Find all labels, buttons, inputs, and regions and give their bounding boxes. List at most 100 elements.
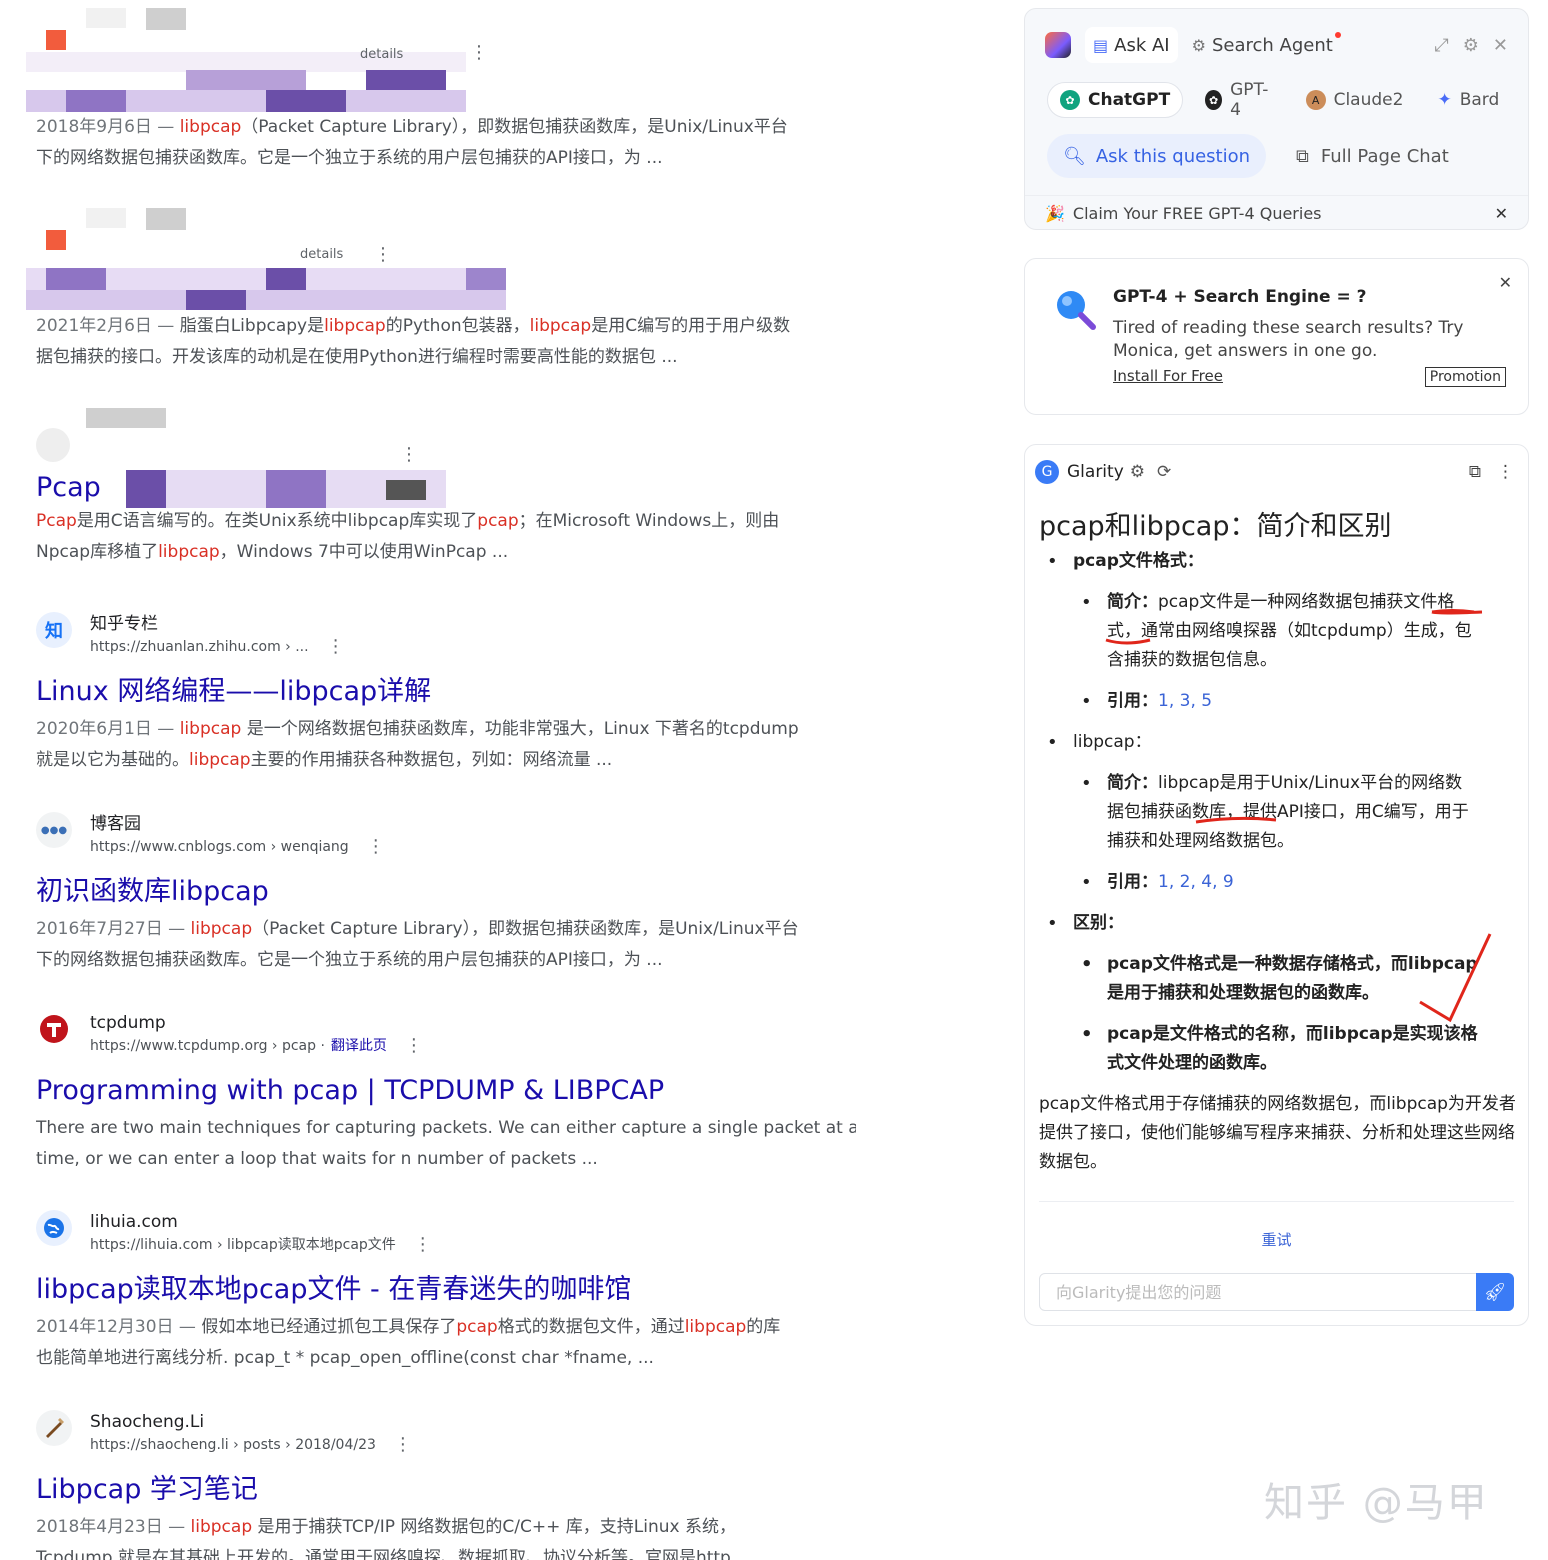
more-options-icon[interactable]: ⋮ bbox=[470, 44, 488, 62]
search-result-8: Shaocheng.Li https://shaocheng.li › post… bbox=[36, 1410, 856, 1560]
result-snippet: 2018年9月6日 — libpcap（Packet Capture Libra… bbox=[36, 117, 788, 168]
close-icon[interactable]: ✕ bbox=[1499, 273, 1512, 292]
blurred-site-header-2 bbox=[26, 208, 506, 312]
result-snippet: Pcap是用C语言编写的。在类Unix系统中libpcap库实现了pcap；在M… bbox=[36, 511, 780, 562]
model-claude2[interactable]: A Claude2 bbox=[1294, 82, 1416, 118]
answer-refs: 引用：1, 3, 5 bbox=[1073, 687, 1519, 716]
model-bard[interactable]: ✦ Bard bbox=[1425, 82, 1511, 118]
result-snippet: 2014年12月30日 — 假如本地已经通过抓包工具保存了pcap格式的数据包文… bbox=[36, 1317, 781, 1368]
search-result-5: ●●● 博客园 https://www.cnblogs.com › wenqia… bbox=[36, 812, 856, 976]
monica-panel: ▤ Ask AI ⚙ Search Agent ⤢ ⚙ ✕ ✿ ChatGPT … bbox=[1024, 8, 1529, 230]
more-options-icon[interactable]: ⋮ bbox=[394, 1436, 412, 1454]
model-chatgpt[interactable]: ✿ ChatGPT bbox=[1047, 82, 1184, 118]
model-selector: ✿ ChatGPT ✿ GPT-4 A Claude2 ✦ Bard bbox=[1047, 80, 1511, 120]
result-snippet: 2018年4月23日 — libpcap 是用于捕获TCP/IP 网络数据包的C… bbox=[36, 1517, 753, 1560]
result-site-row[interactable]: 知 知乎专栏 https://zhuanlan.zhihu.com › ... ⋮ bbox=[36, 612, 856, 668]
promotion-badge: Promotion bbox=[1424, 367, 1506, 387]
tab-search-agent[interactable]: ⚙ Search Agent bbox=[1184, 27, 1349, 63]
result-site-row[interactable]: tcpdump https://www.tcpdump.org › pcap ·… bbox=[36, 1011, 856, 1067]
reference-links[interactable]: 1, 3, 5 bbox=[1158, 691, 1212, 711]
item-label: 引用： bbox=[1107, 691, 1158, 711]
more-options-icon[interactable]: ⋮ bbox=[327, 638, 345, 656]
monica-actions: 🔍︎ Ask this question ⧉ Full Page Chat bbox=[1047, 133, 1508, 179]
more-options-icon[interactable]: ⋮ bbox=[414, 1236, 432, 1254]
site-url: https://www.cnblogs.com › wenqiang ⋮ bbox=[90, 836, 385, 857]
search-results: details ⋮ details ⋮ ⋮ 2018年9月6日 — libpca… bbox=[0, 0, 870, 1560]
more-options-icon[interactable]: ⋮ bbox=[367, 838, 385, 856]
expand-icon[interactable]: ⤢ bbox=[1434, 35, 1448, 56]
search-result-1: 2018年9月6日 — libpcap（Packet Capture Libra… bbox=[36, 108, 856, 174]
settings-icon[interactable]: ⚙ bbox=[1130, 462, 1145, 482]
model-label: Claude2 bbox=[1333, 90, 1404, 110]
ask-this-question-button[interactable]: 🔍︎ Ask this question bbox=[1047, 134, 1267, 178]
retry-button[interactable]: 重试 bbox=[1025, 1229, 1528, 1250]
install-link[interactable]: Install For Free bbox=[1113, 367, 1223, 385]
close-icon[interactable]: ✕ bbox=[1495, 204, 1508, 223]
button-label: Ask this question bbox=[1095, 145, 1251, 167]
more-options-icon[interactable]: ⋮ bbox=[400, 446, 418, 464]
more-options-icon[interactable]: ⋮ bbox=[1497, 462, 1514, 482]
search-result-2: 2021年2月6日 — 脂蛋白Libpcapy是libpcap的Python包装… bbox=[36, 307, 856, 373]
openai-icon: ✿ bbox=[1205, 90, 1223, 110]
settings-icon[interactable]: ⚙ bbox=[1463, 35, 1479, 56]
globe-icon bbox=[36, 1210, 72, 1246]
answer-item: 简介：pcap文件是一种网络数据包捕获文件格式，通常由网络嗅探器（如tcpdum… bbox=[1073, 588, 1519, 675]
search-result-7: lihuia.com https://lihuia.com › libpcap读… bbox=[36, 1210, 856, 1374]
close-icon[interactable]: ✕ bbox=[1493, 35, 1508, 56]
button-label: Full Page Chat bbox=[1320, 145, 1449, 167]
result-title[interactable]: Libpcap 学习笔记 bbox=[36, 1472, 856, 1508]
anthropic-icon: A bbox=[1305, 90, 1326, 110]
item-label: 引用： bbox=[1107, 872, 1158, 892]
result-site-row[interactable]: ●●● 博客园 https://www.cnblogs.com › wenqia… bbox=[36, 812, 856, 868]
search-result-6: tcpdump https://www.tcpdump.org › pcap ·… bbox=[36, 1011, 856, 1175]
reference-links[interactable]: 1, 2, 4, 9 bbox=[1158, 872, 1234, 892]
tab-ask-ai[interactable]: ▤ Ask AI bbox=[1085, 27, 1178, 63]
divider bbox=[1039, 1201, 1514, 1202]
site-name: 博客园 bbox=[90, 814, 141, 834]
translate-page-link[interactable]: 翻译此页 bbox=[331, 1035, 387, 1057]
model-gpt4[interactable]: ✿ GPT-4 bbox=[1193, 80, 1283, 120]
promo-body: Tired of reading these search results? T… bbox=[1113, 318, 1464, 361]
more-options-icon[interactable]: ⋮ bbox=[405, 1037, 423, 1055]
item-text: pcap文件格式是一种数据存储格式，而libpcap是用于捕获和处理数据包的函数… bbox=[1107, 954, 1478, 1003]
more-options-icon[interactable]: ⋮ bbox=[374, 246, 392, 264]
refresh-icon[interactable]: ⟳ bbox=[1157, 462, 1171, 482]
search-icon: 🔍︎ bbox=[1063, 145, 1086, 167]
result-title[interactable]: Programming with pcap | TCPDUMP & LIBPCA… bbox=[36, 1073, 856, 1109]
result-title[interactable]: Pcap bbox=[36, 470, 101, 506]
claim-banner[interactable]: 🎉 Claim Your FREE GPT-4 Queries ✕ bbox=[1025, 195, 1528, 231]
section-label: 区别： bbox=[1073, 913, 1124, 933]
result-title[interactable]: Linux 网络编程——libpcap详解 bbox=[36, 674, 856, 710]
result-site-row[interactable]: lihuia.com https://lihuia.com › libpcap读… bbox=[36, 1210, 856, 1266]
result-snippet: 2020年6月1日 — libpcap 是一个网络数据包捕获函数库，功能非常强大… bbox=[36, 719, 799, 770]
site-name: tcpdump bbox=[90, 1013, 166, 1033]
result-title[interactable]: libpcap读取本地pcap文件 - 在青春迷失的咖啡馆 bbox=[36, 1272, 856, 1308]
claim-text: Claim Your FREE GPT-4 Queries bbox=[1072, 204, 1322, 223]
result-title[interactable]: 初识函数库libpcap bbox=[36, 874, 856, 910]
answer-list: pcap文件格式： 简介：pcap文件是一种网络数据包捕获文件格式，通常由网络嗅… bbox=[1039, 547, 1519, 1078]
answer-refs: 引用：1, 2, 4, 9 bbox=[1073, 868, 1519, 897]
result-snippet: There are two main techniques for captur… bbox=[36, 1118, 856, 1169]
full-page-chat-button[interactable]: ⧉ Full Page Chat bbox=[1296, 146, 1449, 167]
zhihu-icon: 知 bbox=[36, 612, 72, 648]
tcpdump-icon bbox=[36, 1011, 72, 1047]
copy-icon[interactable]: ⧉ bbox=[1469, 462, 1481, 482]
site-name: 知乎专栏 bbox=[90, 614, 158, 634]
section-label: libpcap： bbox=[1073, 732, 1152, 752]
answer-section-pcap: pcap文件格式： 简介：pcap文件是一种网络数据包捕获文件格式，通常由网络嗅… bbox=[1039, 547, 1519, 716]
item-text: pcap是文件格式的名称，而libpcap是实现该格式文件处理的函数库。 bbox=[1107, 1024, 1478, 1073]
glarity-panel: G Glarity ⚙ ⟳ ⧉ ⋮ pcap和libpcap：简介和区别 pca… bbox=[1024, 444, 1529, 1326]
tab-label: Ask AI bbox=[1114, 34, 1170, 56]
result-site-row[interactable]: Shaocheng.Li https://shaocheng.li › post… bbox=[36, 1410, 856, 1466]
promo-card: GPT-4 + Search Engine = ? Tired of readi… bbox=[1024, 258, 1529, 415]
search-result-4: 知 知乎专栏 https://zhuanlan.zhihu.com › ... ⋮… bbox=[36, 612, 856, 776]
cnblogs-icon: ●●● bbox=[36, 812, 72, 848]
item-label: 简介： bbox=[1107, 592, 1158, 612]
site-url: https://shaocheng.li › posts › 2018/04/2… bbox=[90, 1434, 412, 1455]
send-rocket-icon[interactable]: 🚀︎ bbox=[1476, 1273, 1514, 1311]
question-input[interactable] bbox=[1040, 1274, 1476, 1310]
glarity-answer: pcap和libpcap：简介和区别 pcap文件格式： 简介：pcap文件是一… bbox=[1039, 507, 1519, 1177]
item-text: libpcap是用于Unix/Linux平台的网络数据包捕获函数库，提供API接… bbox=[1107, 773, 1469, 851]
chatgpt-icon: ✿ bbox=[1060, 90, 1080, 110]
monica-tabs: ▤ Ask AI ⚙ Search Agent ⤢ ⚙ ✕ bbox=[1045, 25, 1508, 65]
